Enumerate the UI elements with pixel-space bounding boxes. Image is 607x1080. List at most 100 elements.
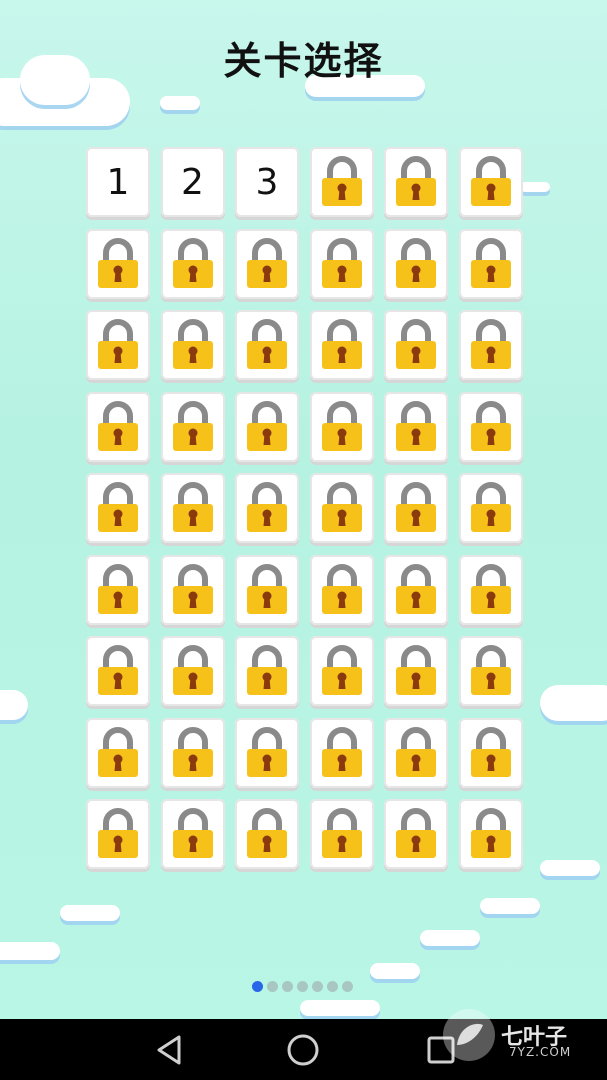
page-dot[interactable] — [282, 981, 293, 992]
level-tile-locked[interactable] — [235, 554, 299, 625]
padlock-icon — [470, 319, 511, 369]
cloud-decoration — [0, 942, 60, 960]
padlock-icon — [396, 319, 436, 369]
level-tile-locked[interactable] — [309, 799, 374, 869]
level-tile-unlocked[interactable]: 3 — [235, 147, 299, 217]
level-tile-locked[interactable] — [309, 717, 374, 788]
page-dot[interactable] — [297, 981, 308, 992]
level-tile-locked[interactable] — [86, 473, 150, 543]
level-grid: 1 2 3 — [86, 147, 526, 871]
padlock-icon — [172, 563, 213, 614]
level-tile-locked[interactable] — [384, 636, 448, 706]
level-tile-locked[interactable] — [86, 636, 150, 706]
padlock-icon — [172, 645, 213, 695]
padlock-icon — [172, 482, 213, 532]
level-tile-locked[interactable] — [458, 473, 523, 543]
level-tile-locked[interactable] — [458, 799, 523, 869]
level-tile-locked[interactable] — [160, 554, 225, 625]
level-tile-locked[interactable] — [235, 799, 299, 869]
level-tile-locked[interactable] — [384, 473, 448, 543]
level-tile-locked[interactable] — [86, 717, 150, 788]
padlock-icon — [247, 563, 287, 614]
level-number: 3 — [255, 161, 279, 203]
level-tile-locked[interactable] — [309, 554, 374, 625]
padlock-icon — [247, 319, 287, 369]
level-tile-locked[interactable] — [160, 473, 225, 543]
cloud-decoration — [420, 930, 480, 946]
level-tile-locked[interactable] — [458, 310, 523, 380]
padlock-icon — [247, 400, 287, 451]
home-circle-icon[interactable] — [286, 1033, 320, 1067]
level-tile-locked[interactable] — [309, 636, 374, 706]
padlock-icon — [321, 563, 362, 614]
level-tile-locked[interactable] — [384, 310, 448, 380]
level-tile-locked[interactable] — [235, 636, 299, 706]
level-tile-locked[interactable] — [309, 473, 374, 543]
page-dot[interactable] — [312, 981, 323, 992]
padlock-icon — [321, 237, 362, 288]
level-tile-locked[interactable] — [160, 310, 225, 380]
cloud-decoration — [300, 1000, 380, 1016]
level-tile-locked[interactable] — [160, 391, 225, 462]
level-tile-locked[interactable] — [309, 147, 374, 217]
level-tile-unlocked[interactable]: 1 — [86, 147, 150, 217]
padlock-icon — [470, 156, 511, 206]
page-title: 关卡选择 — [223, 39, 384, 83]
level-tile-locked[interactable] — [309, 310, 374, 380]
level-tile-locked[interactable] — [235, 717, 299, 788]
level-tile-locked[interactable] — [384, 554, 448, 625]
page-dot[interactable] — [267, 981, 278, 992]
padlock-icon — [98, 563, 138, 614]
padlock-icon — [396, 156, 436, 206]
level-tile-locked[interactable] — [458, 228, 523, 299]
padlock-icon — [396, 726, 436, 777]
level-tile-locked[interactable] — [458, 554, 523, 625]
level-tile-locked[interactable] — [86, 391, 150, 462]
padlock-icon — [98, 400, 138, 451]
padlock-icon — [470, 563, 511, 614]
level-tile-locked[interactable] — [235, 391, 299, 462]
level-tile-locked[interactable] — [235, 473, 299, 543]
padlock-icon — [470, 482, 511, 532]
level-tile-unlocked[interactable]: 2 — [160, 147, 225, 217]
level-tile-locked[interactable] — [384, 717, 448, 788]
level-tile-locked[interactable] — [384, 228, 448, 299]
level-tile-locked[interactable] — [384, 799, 448, 869]
level-tile-locked[interactable] — [160, 717, 225, 788]
level-select-screen: 关卡选择 1 2 3 七叶子 7YZ.COM — [0, 0, 607, 1080]
watermark-subtext: 7YZ.COM — [509, 1045, 572, 1059]
padlock-icon — [98, 726, 138, 777]
padlock-icon — [172, 726, 213, 777]
padlock-icon — [98, 237, 138, 288]
level-tile-locked[interactable] — [160, 799, 225, 869]
padlock-icon — [247, 237, 287, 288]
level-tile-locked[interactable] — [86, 799, 150, 869]
level-tile-locked[interactable] — [235, 228, 299, 299]
level-tile-locked[interactable] — [309, 391, 374, 462]
level-tile-locked[interactable] — [384, 147, 448, 217]
level-tile-locked[interactable] — [160, 228, 225, 299]
level-tile-locked[interactable] — [309, 228, 374, 299]
back-triangle-icon[interactable] — [153, 1033, 187, 1067]
page-dot[interactable] — [342, 981, 353, 992]
padlock-icon — [321, 482, 362, 532]
level-tile-locked[interactable] — [458, 636, 523, 706]
level-number: 1 — [106, 161, 130, 203]
level-tile-locked[interactable] — [235, 310, 299, 380]
padlock-icon — [470, 237, 511, 288]
page-dot[interactable] — [327, 981, 338, 992]
padlock-icon — [396, 563, 436, 614]
level-tile-locked[interactable] — [86, 554, 150, 625]
level-tile-locked[interactable] — [458, 147, 523, 217]
padlock-icon — [396, 482, 436, 532]
level-tile-locked[interactable] — [160, 636, 225, 706]
level-tile-locked[interactable] — [86, 310, 150, 380]
padlock-icon — [98, 808, 138, 858]
level-tile-locked[interactable] — [384, 391, 448, 462]
cloud-decoration — [540, 685, 607, 721]
padlock-icon — [321, 645, 362, 695]
page-dot[interactable] — [252, 981, 263, 992]
level-tile-locked[interactable] — [458, 391, 523, 462]
level-tile-locked[interactable] — [86, 228, 150, 299]
level-tile-locked[interactable] — [458, 717, 523, 788]
